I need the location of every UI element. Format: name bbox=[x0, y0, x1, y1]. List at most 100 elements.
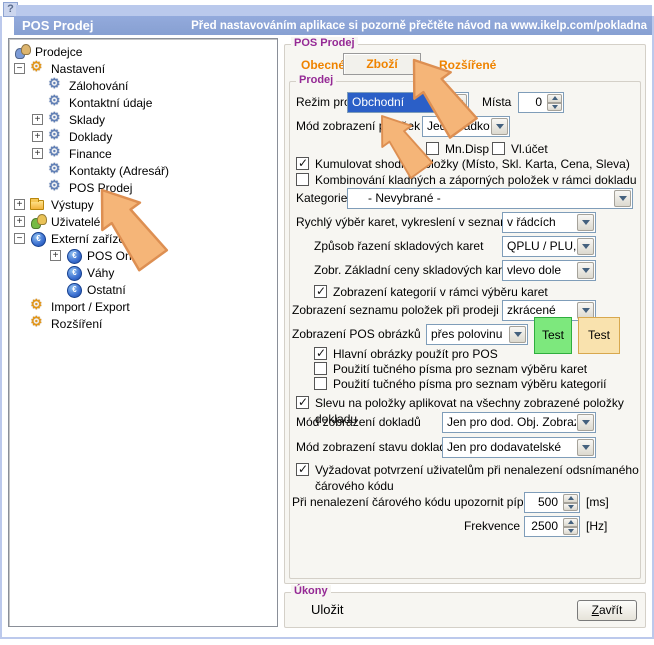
tree-item-vahy[interactable]: Váhy bbox=[9, 264, 277, 281]
checkbox[interactable] bbox=[314, 347, 327, 360]
vyzadovat-checkbox[interactable]: Vyžadovat potvrzení uživatelům při nenal… bbox=[296, 462, 648, 494]
pos-prodej-groupbox: POS Prodej Obecné Zboží Rozšířené Prodej… bbox=[284, 44, 646, 584]
tree-item-pos-on-line[interactable]: POS On-line bbox=[9, 247, 277, 264]
tree-item-prodejce[interactable]: Prodejce bbox=[9, 43, 277, 60]
window-top-strip bbox=[16, 5, 652, 16]
dropdown-arrow-icon[interactable] bbox=[450, 94, 467, 111]
frekvence-label: Frekvence bbox=[292, 516, 520, 537]
test-green-button[interactable]: Test bbox=[534, 317, 572, 354]
checkbox[interactable] bbox=[314, 377, 327, 390]
checkbox[interactable] bbox=[314, 285, 327, 298]
checkbox[interactable] bbox=[296, 173, 309, 186]
gear-icon bbox=[48, 146, 64, 161]
dropdown-arrow-icon[interactable] bbox=[509, 326, 526, 343]
zpusob-razeni-select[interactable]: QPLU / PLU, Kó bbox=[502, 236, 596, 257]
tree-item-vystupy[interactable]: Výstupy bbox=[9, 196, 277, 213]
pipnuti-unit: [ms] bbox=[586, 492, 609, 513]
tree-item-doklady[interactable]: Doklady bbox=[9, 128, 277, 145]
vlucet-checkbox[interactable]: Vl.účet bbox=[492, 141, 548, 157]
rychly-vyber-select[interactable]: v řádcích bbox=[502, 212, 596, 233]
expand-icon[interactable] bbox=[32, 148, 43, 159]
dropdown-arrow-icon[interactable] bbox=[577, 439, 594, 456]
checkbox[interactable] bbox=[314, 362, 327, 375]
tucne-kategorii-checkbox[interactable]: Použití tučného písma pro seznam výběru … bbox=[314, 376, 606, 392]
checkbox[interactable] bbox=[492, 142, 505, 155]
test-tan-button[interactable]: Test bbox=[578, 317, 620, 354]
kategorie-select[interactable]: - Nevybrané - bbox=[347, 188, 633, 209]
checkbox[interactable] bbox=[296, 396, 309, 409]
expand-icon[interactable] bbox=[14, 199, 25, 210]
zobrazeni-kategorii-checkbox[interactable]: Zobrazení kategorií v rámci výběru karet bbox=[314, 284, 548, 300]
tree-item-pos-prodej[interactable]: POS Prodej bbox=[9, 179, 277, 196]
tab-zbozi[interactable]: Zboží bbox=[343, 53, 421, 75]
prodej-groupbox: Prodej Režim prodeje Obchodní Místa 0 Mó… bbox=[289, 81, 641, 579]
dropdown-arrow-icon[interactable] bbox=[577, 214, 594, 231]
spin-down-icon[interactable] bbox=[563, 527, 578, 536]
hlavni-obrazky-checkbox[interactable]: Hlavní obrázky použít pro POS bbox=[314, 346, 498, 362]
mod-stavu-select[interactable]: Jen pro dodavatelské bbox=[442, 437, 596, 458]
tab-rozsirene[interactable]: Rozšířené bbox=[439, 58, 496, 72]
expand-icon[interactable] bbox=[32, 131, 43, 142]
tree-item-ostatni[interactable]: Ostatní bbox=[9, 281, 277, 298]
dropdown-arrow-icon[interactable] bbox=[577, 262, 594, 279]
tree-item-rozsireni[interactable]: Rozšíření bbox=[9, 315, 277, 332]
gear-icon bbox=[48, 112, 64, 127]
collapse-icon[interactable] bbox=[14, 233, 25, 244]
mista-label: Místa bbox=[482, 92, 511, 113]
spin-up-icon[interactable] bbox=[563, 494, 578, 503]
spin-up-icon[interactable] bbox=[563, 518, 578, 527]
mod-polozek-select[interactable]: Jednořádkový bbox=[422, 116, 510, 137]
tucne-karet-checkbox[interactable]: Použití tučného písma pro seznam výběru … bbox=[314, 361, 587, 377]
frekvence-spinner[interactable]: 2500 bbox=[524, 516, 580, 537]
spin-down-icon[interactable] bbox=[547, 103, 562, 112]
kombinovani-checkbox[interactable]: Kombinování kladných a záporných položek… bbox=[296, 172, 637, 188]
tree-item-zalohovani[interactable]: Zálohování bbox=[9, 77, 277, 94]
zobr-zakladni-label: Zobr. Základní ceny skladových karet bbox=[314, 260, 512, 281]
folder-icon bbox=[30, 198, 46, 213]
close-button[interactable]: Zavřít bbox=[577, 600, 637, 621]
tab-obecne[interactable]: Obecné bbox=[301, 58, 345, 72]
title-notice: Před nastavováním aplikace si pozorně př… bbox=[191, 20, 652, 32]
device-icon bbox=[30, 231, 46, 246]
tree-item-nastaveni[interactable]: Nastavení bbox=[9, 60, 277, 77]
groupbox-legend: Úkony bbox=[291, 585, 331, 597]
rezim-prodeje-select[interactable]: Obchodní bbox=[347, 92, 469, 113]
gear-icon bbox=[48, 78, 64, 93]
mista-spinner[interactable]: 0 bbox=[518, 92, 564, 113]
dropdown-arrow-icon[interactable] bbox=[577, 414, 594, 431]
users-icon bbox=[30, 214, 46, 229]
collapse-icon[interactable] bbox=[14, 63, 25, 74]
pos-obrazky-select[interactable]: přes polovinu bbox=[426, 324, 528, 345]
rychly-vyber-label: Rychlý výběr karet, vykreslení v seznamu bbox=[296, 212, 517, 233]
pos-obrazky-label: Zobrazení POS obrázků bbox=[292, 324, 421, 345]
tree-item-externi-zarizeni[interactable]: Externí zařízení bbox=[9, 230, 277, 247]
zobr-zakladni-select[interactable]: vlevo dole bbox=[502, 260, 596, 281]
checkbox[interactable] bbox=[296, 463, 309, 476]
pipnuti-spinner[interactable]: 500 bbox=[524, 492, 580, 513]
checkbox[interactable] bbox=[296, 157, 309, 170]
save-button[interactable]: Uložit bbox=[311, 602, 344, 617]
expand-icon[interactable] bbox=[14, 216, 25, 227]
gear-icon bbox=[30, 299, 46, 314]
kumulovat-checkbox[interactable]: Kumulovat shodné položky (Místo, Skl. Ka… bbox=[296, 156, 630, 172]
gear-icon bbox=[30, 316, 46, 331]
frekvence-unit: [Hz] bbox=[586, 516, 607, 537]
gear-icon bbox=[48, 163, 64, 178]
expand-icon[interactable] bbox=[50, 250, 61, 261]
mod-dokladu-select[interactable]: Jen pro dod. Obj. Zobrazit bbox=[442, 412, 596, 433]
tree-item-finance[interactable]: Finance bbox=[9, 145, 277, 162]
tree-item-import-export[interactable]: Import / Export bbox=[9, 298, 277, 315]
gear-icon bbox=[30, 61, 46, 76]
dropdown-arrow-icon[interactable] bbox=[491, 118, 508, 135]
spin-down-icon[interactable] bbox=[563, 503, 578, 512]
spin-up-icon[interactable] bbox=[547, 94, 562, 103]
tree-item-kontakty-adresar[interactable]: Kontakty (Adresář) bbox=[9, 162, 277, 179]
checkbox[interactable] bbox=[426, 142, 439, 155]
dropdown-arrow-icon[interactable] bbox=[614, 190, 631, 207]
dropdown-arrow-icon[interactable] bbox=[577, 238, 594, 255]
expand-icon[interactable] bbox=[32, 114, 43, 125]
tree-item-sklady[interactable]: Sklady bbox=[9, 111, 277, 128]
tree-item-uzivatele[interactable]: Uživatelé bbox=[9, 213, 277, 230]
tree-item-kontaktni-udaje[interactable]: Kontaktní údaje bbox=[9, 94, 277, 111]
mndisp-checkbox[interactable]: Mn.Disp bbox=[426, 141, 489, 157]
